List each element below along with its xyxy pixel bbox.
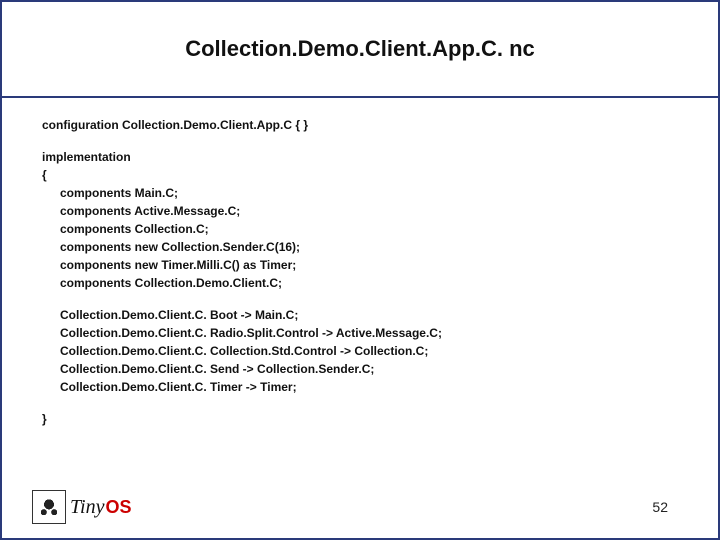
footer: Tiny OS 52	[12, 486, 708, 528]
impl-keyword: implementation	[42, 148, 678, 166]
tinyos-logo-text: Tiny OS	[70, 496, 131, 519]
code-line: components Collection.Demo.Client.C;	[60, 274, 678, 292]
code-line: components Main.C;	[60, 184, 678, 202]
wirings-list: Collection.Demo.Client.C. Boot -> Main.C…	[42, 306, 678, 396]
code-line: components new Timer.Milli.C() as Timer;	[60, 256, 678, 274]
tinyos-logo: Tiny OS	[12, 490, 131, 524]
tinyos-logo-icon	[32, 490, 66, 524]
code-line: Collection.Demo.Client.C. Boot -> Main.C…	[60, 306, 678, 324]
title-band: Collection.Demo.Client.App.C. nc	[2, 2, 718, 98]
components-list: components Main.C; components Active.Mes…	[42, 184, 678, 292]
code-line: Collection.Demo.Client.C. Send -> Collec…	[60, 360, 678, 378]
slide: Collection.Demo.Client.App.C. nc configu…	[0, 0, 720, 540]
brace-close: }	[42, 410, 678, 428]
slide-title: Collection.Demo.Client.App.C. nc	[185, 36, 535, 62]
code-line: components new Collection.Sender.C(16);	[60, 238, 678, 256]
logo-word-os: OS	[105, 497, 131, 518]
code-line: components Active.Message.C;	[60, 202, 678, 220]
logo-word-tiny: Tiny	[70, 496, 104, 519]
brace-open: {	[42, 166, 678, 184]
config-line: configuration Collection.Demo.Client.App…	[42, 116, 678, 134]
page-number: 52	[652, 499, 708, 515]
code-line: Collection.Demo.Client.C. Radio.Split.Co…	[60, 324, 678, 342]
code-line: Collection.Demo.Client.C. Timer -> Timer…	[60, 378, 678, 396]
code-body: configuration Collection.Demo.Client.App…	[2, 98, 718, 538]
code-line: components Collection.C;	[60, 220, 678, 238]
code-line: Collection.Demo.Client.C. Collection.Std…	[60, 342, 678, 360]
implementation-block: implementation { components Main.C; comp…	[42, 148, 678, 292]
